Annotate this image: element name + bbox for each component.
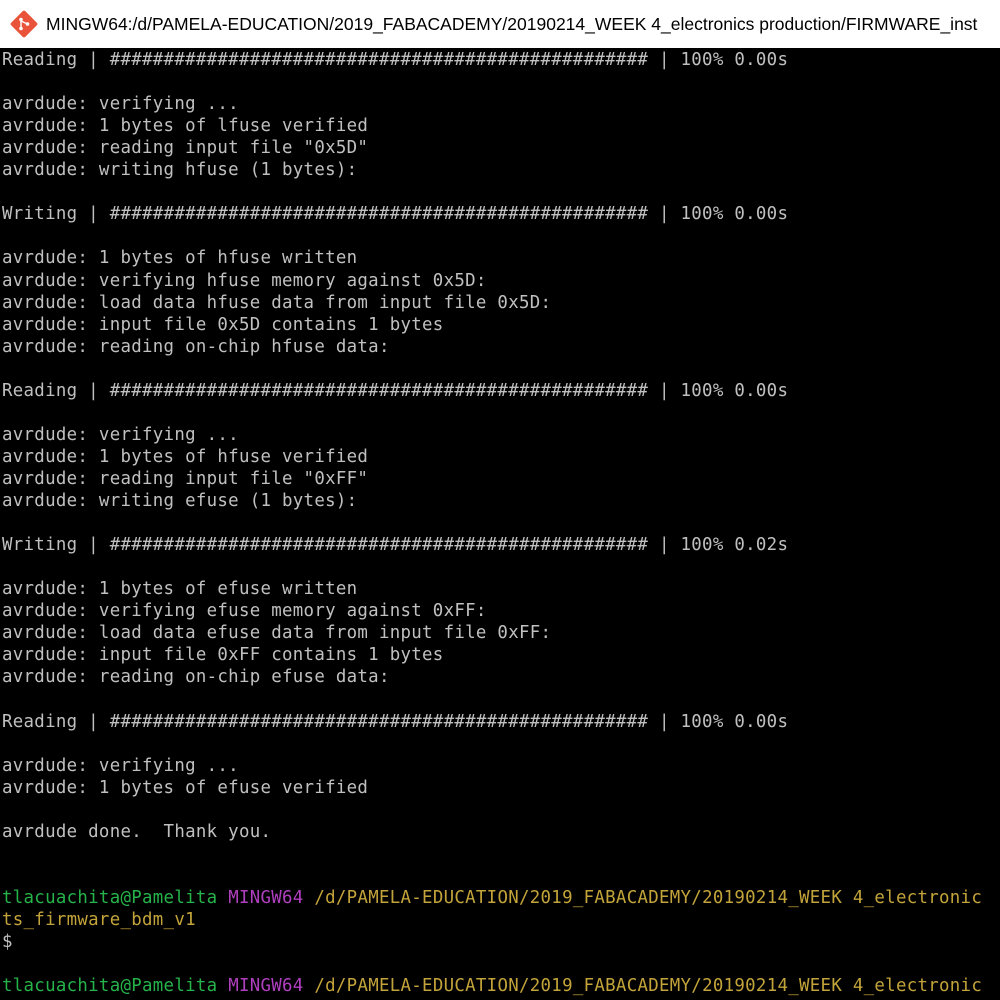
terminal-output[interactable]: Reading | ##############################… xyxy=(0,48,1000,1000)
output-line: avrdude: 1 bytes of lfuse verified xyxy=(2,116,369,137)
output-line: $ xyxy=(2,932,13,952)
output-line: avrdude: load data hfuse data from input… xyxy=(2,292,552,313)
output-line: avrdude: verifying ... xyxy=(2,424,239,445)
output-line: Writing | ##############################… xyxy=(2,204,789,225)
output-line: avrdude: input file 0x5D contains 1 byte… xyxy=(2,314,444,335)
prompt-line: tlacuachita@Pamelita MINGW64 /d/PAMELA-E… xyxy=(2,887,982,909)
terminal-window: MINGW64:/d/PAMELA-EDUCATION/2019_FABACAD… xyxy=(0,0,1000,1000)
output-line: avrdude: writing hfuse (1 bytes): xyxy=(2,160,358,181)
output-line: avrdude: reading input file "0x5D" xyxy=(2,138,369,159)
output-line: avrdude: verifying ... xyxy=(2,94,239,115)
output-line: avrdude: verifying hfuse memory against … xyxy=(2,270,487,291)
output-line: avrdude: verifying ... xyxy=(2,755,239,776)
output-line: Reading | ##############################… xyxy=(2,380,789,401)
output-line: avrdude: load data efuse data from input… xyxy=(2,623,552,644)
git-bash-icon xyxy=(10,10,38,38)
output-line: Reading | ##############################… xyxy=(2,711,789,732)
prompt-host: MINGW64 xyxy=(228,976,304,997)
output-line: avrdude: writing efuse (1 bytes): xyxy=(2,491,358,511)
output-line: avrdude: reading input file "0xFF" xyxy=(2,468,369,489)
prompt-host: MINGW64 xyxy=(228,887,304,908)
output-line: ts_firmware_bdm_v1 xyxy=(2,909,196,930)
output-line: avrdude: verifying efuse memory against … xyxy=(2,601,487,622)
prompt-path: /d/PAMELA-EDUCATION/2019_FABACADEMY/2019… xyxy=(314,976,983,997)
output-line: Writing | ##############################… xyxy=(2,535,789,556)
window-title: MINGW64:/d/PAMELA-EDUCATION/2019_FABACAD… xyxy=(46,13,978,34)
title-bar[interactable]: MINGW64:/d/PAMELA-EDUCATION/2019_FABACAD… xyxy=(0,0,1000,48)
output-line: avrdude: 1 bytes of hfuse verified xyxy=(2,446,369,467)
prompt-line: tlacuachita@Pamelita MINGW64 /d/PAMELA-E… xyxy=(2,975,982,997)
prompt-user: tlacuachita@Pamelita xyxy=(2,976,218,997)
output-line: avrdude: 1 bytes of efuse written xyxy=(2,579,358,600)
output-line: avrdude: input file 0xFF contains 1 byte… xyxy=(2,645,444,666)
output-line: avrdude: reading on-chip efuse data: xyxy=(2,667,390,688)
output-line: avrdude: 1 bytes of hfuse written xyxy=(2,248,358,269)
output-line: avrdude done. Thank you. xyxy=(2,821,272,842)
output-line: avrdude: reading on-chip hfuse data: xyxy=(2,336,390,357)
output-line: avrdude: 1 bytes of efuse verified xyxy=(2,777,369,798)
prompt-user: tlacuachita@Pamelita xyxy=(2,887,218,908)
prompt-path: /d/PAMELA-EDUCATION/2019_FABACADEMY/2019… xyxy=(314,887,983,908)
output-line: Reading | ##############################… xyxy=(2,50,789,70)
